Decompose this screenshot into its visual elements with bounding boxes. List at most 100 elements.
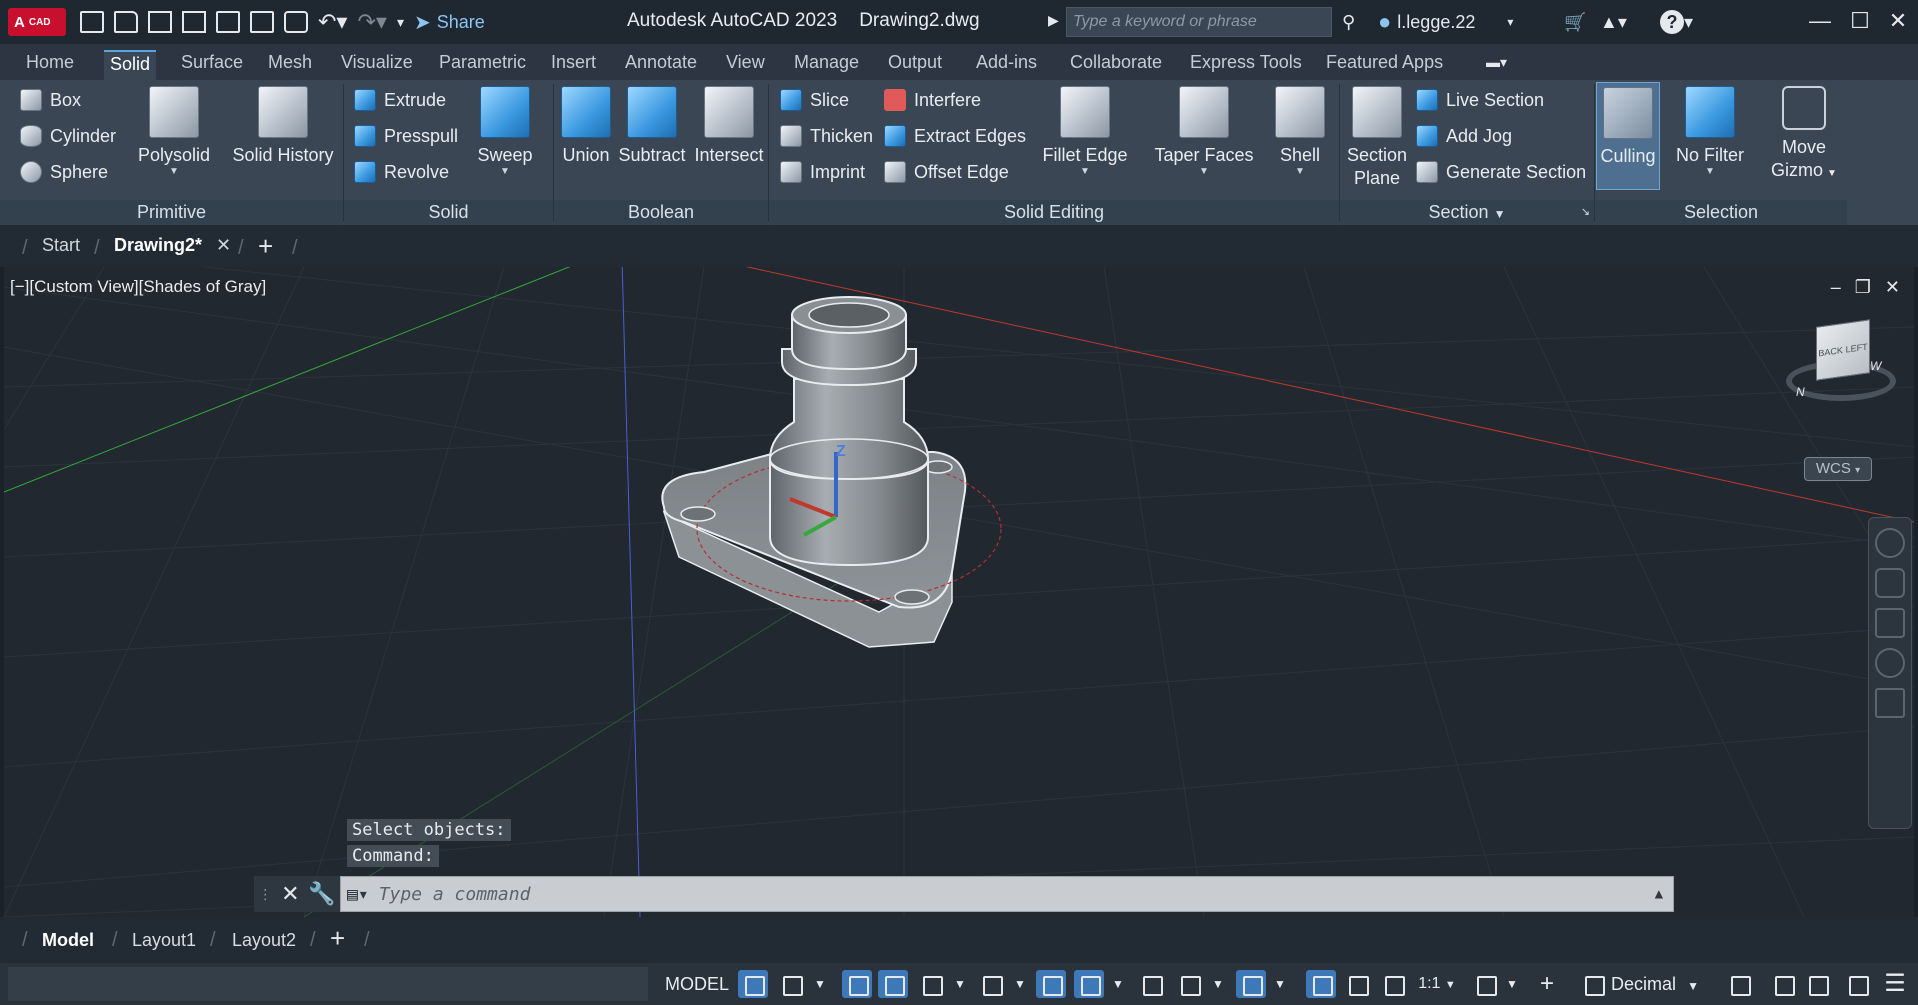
selection-dropdown-icon[interactable]: ▼ <box>1208 969 1228 999</box>
graphics-performance-icon[interactable] <box>1768 970 1798 998</box>
help-search-input[interactable]: Type a keyword or phrase <box>1066 7 1332 37</box>
transparency-icon[interactable] <box>1136 970 1166 998</box>
tab-model[interactable]: Model <box>42 930 94 951</box>
dialog-launcher-icon[interactable]: ↘ <box>1581 200 1590 224</box>
isodraft-icon[interactable] <box>976 970 1006 998</box>
viewport-restore-icon[interactable]: ❐ <box>1855 277 1871 298</box>
fillet-edge-button[interactable]: Fillet Edge ▼ <box>1040 86 1130 177</box>
tab-drawing2[interactable]: Drawing2* <box>114 235 202 256</box>
tab-start[interactable]: Start <box>42 235 80 256</box>
tab-layout1[interactable]: Layout1 <box>132 930 196 951</box>
customization-menu-icon[interactable]: ☰ <box>1880 969 1910 999</box>
isodraft-dropdown-icon[interactable]: ▼ <box>1010 969 1030 999</box>
annotation-visibility-icon[interactable] <box>1306 970 1336 998</box>
section-plane-button[interactable]: Section Plane <box>1344 86 1410 190</box>
cylinder-button[interactable]: Cylinder <box>20 122 116 150</box>
save-icon[interactable] <box>148 11 172 33</box>
extract-edges-button[interactable]: Extract Edges <box>884 122 1026 150</box>
minimize-icon[interactable]: — <box>1800 6 1840 36</box>
new-tab-icon[interactable]: + <box>258 231 273 262</box>
tab-featured-apps[interactable]: Featured Apps <box>1320 50 1449 80</box>
box-button[interactable]: Box <box>20 86 81 114</box>
offset-edge-button[interactable]: Offset Edge <box>884 158 1009 186</box>
new-layout-icon[interactable]: + <box>330 923 345 954</box>
taper-faces-button[interactable]: Taper Faces ▼ <box>1154 86 1254 177</box>
close-tab-icon[interactable]: ✕ <box>216 235 231 256</box>
tab-add-ins[interactable]: Add-ins <box>970 50 1043 80</box>
wcs-menu[interactable]: WCS ▾ <box>1804 457 1872 481</box>
auto-scale-icon[interactable] <box>1342 970 1372 998</box>
orbit-icon[interactable] <box>1875 648 1905 678</box>
snap-dropdown-icon[interactable]: ▼ <box>810 969 830 999</box>
grid-display-icon[interactable] <box>738 970 768 998</box>
units-dropdown[interactable]: Decimal ▼ <box>1610 969 1700 999</box>
panel-title-solid[interactable]: Solid <box>344 200 553 225</box>
union-button[interactable]: Union <box>558 86 614 167</box>
imprint-button[interactable]: Imprint <box>780 158 865 186</box>
solid-history-button[interactable]: Solid History <box>228 86 338 167</box>
object-snap-icon[interactable] <box>1074 970 1104 998</box>
annotation-scale-icon[interactable] <box>1378 970 1408 998</box>
tab-collaborate[interactable]: Collaborate <box>1064 50 1168 80</box>
viewport-minimize-icon[interactable]: – <box>1831 277 1841 298</box>
3d-flange-model[interactable] <box>661 296 1002 648</box>
customize-qa-icon[interactable]: ▾ <box>397 14 404 31</box>
polysolid-button[interactable]: Polysolid ▼ <box>136 86 212 177</box>
share-button[interactable]: ➤ Share <box>414 10 485 35</box>
command-prompt-icon[interactable]: ▤▾ <box>347 884 369 905</box>
isolate-objects-icon[interactable] <box>1802 970 1832 998</box>
model-space-button[interactable]: MODEL <box>660 969 734 999</box>
intersect-button[interactable]: Intersect <box>690 86 768 167</box>
open-web-icon[interactable] <box>216 11 240 33</box>
save-web-icon[interactable] <box>250 11 274 33</box>
sweep-button[interactable]: Sweep ▼ <box>472 86 538 177</box>
autodesk-app-icon[interactable]: ▲▾ <box>1600 6 1627 38</box>
sphere-button[interactable]: Sphere <box>20 158 108 186</box>
workspace-dropdown-icon[interactable]: ▼ <box>1502 969 1522 999</box>
panel-title-section[interactable]: Section ▼ ↘ <box>1340 200 1594 225</box>
panel-title-primitive[interactable]: Primitive <box>0 200 343 225</box>
showmotion-icon[interactable] <box>1875 688 1905 718</box>
thicken-button[interactable]: Thicken <box>780 122 873 150</box>
slice-button[interactable]: Slice <box>780 86 849 114</box>
ortho-mode-icon[interactable] <box>878 970 908 998</box>
move-gizmo-button[interactable]: Move Gizmo ▼ <box>1768 86 1840 185</box>
drawing-viewport[interactable]: Z [−][Custom View][Shades of Gray] – ❐ ✕… <box>4 267 1914 917</box>
workspace-gear-icon[interactable] <box>1470 970 1500 998</box>
maximize-icon[interactable]: ☐ <box>1840 6 1880 36</box>
tab-annotate[interactable]: Annotate <box>619 50 703 80</box>
search-icon[interactable]: ⚲ <box>1342 6 1355 38</box>
tab-home[interactable]: Home <box>20 50 80 80</box>
pan-hand-icon[interactable] <box>1875 568 1905 598</box>
osnap-dropdown-icon[interactable]: ▼ <box>1108 969 1128 999</box>
interfere-button[interactable]: Interfere <box>884 86 981 114</box>
close-icon[interactable]: ✕ <box>1878 6 1918 36</box>
tab-manage[interactable]: Manage <box>788 50 865 80</box>
command-history-toggle-icon[interactable]: ▲ <box>1655 886 1663 902</box>
plot-icon[interactable] <box>284 11 308 33</box>
zoom-extents-icon[interactable] <box>1875 608 1905 638</box>
new-file-icon[interactable] <box>80 11 104 33</box>
open-folder-icon[interactable] <box>114 11 138 33</box>
viewport-controls-label[interactable]: [−][Custom View][Shades of Gray] <box>10 277 266 297</box>
tab-insert[interactable]: Insert <box>545 50 602 80</box>
undo-icon[interactable]: ↶▾ <box>318 9 347 35</box>
grip-handle-icon[interactable]: ⋮ <box>258 886 272 903</box>
tab-mesh[interactable]: Mesh <box>262 50 318 80</box>
object-snap-tracking-icon[interactable] <box>1036 970 1066 998</box>
expand-arrow-icon[interactable]: ▶ <box>1048 12 1059 29</box>
viewcube[interactable]: BACK LEFT N W <box>1786 319 1896 403</box>
customize-wrench-icon[interactable]: 🔧 <box>308 881 335 907</box>
generate-section-button[interactable]: Generate Section <box>1416 158 1586 186</box>
tab-layout2[interactable]: Layout2 <box>232 930 296 951</box>
3dosnap-dropdown-icon[interactable]: ▼ <box>1270 969 1290 999</box>
polar-tracking-icon[interactable] <box>916 970 946 998</box>
revolve-button[interactable]: Revolve <box>354 158 449 186</box>
viewport-close-icon[interactable]: ✕ <box>1885 277 1900 298</box>
polar-dropdown-icon[interactable]: ▼ <box>950 969 970 999</box>
tab-surface[interactable]: Surface <box>175 50 249 80</box>
infer-constraints-icon[interactable] <box>842 970 872 998</box>
panel-title-solid-editing[interactable]: Solid Editing <box>769 200 1339 225</box>
units-icon[interactable] <box>1578 970 1608 998</box>
no-filter-button[interactable]: No Filter ▼ <box>1670 86 1750 177</box>
